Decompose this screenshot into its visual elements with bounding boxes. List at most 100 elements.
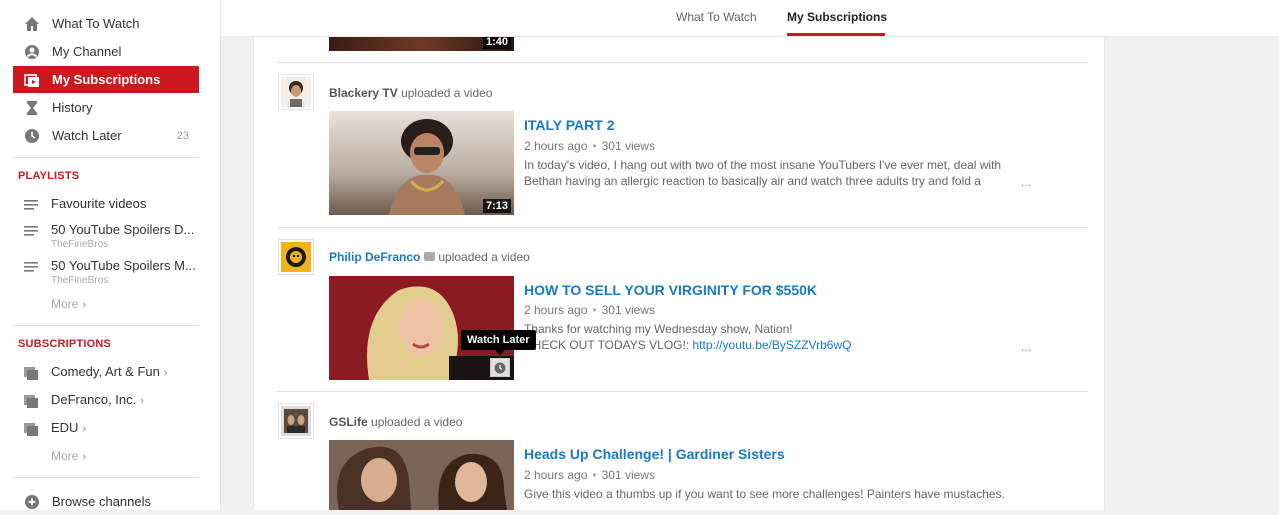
- watch-later-button[interactable]: [490, 358, 510, 377]
- upload-action-text: uploaded a video: [371, 415, 463, 429]
- more-label: More: [51, 297, 79, 311]
- sidebar-item-browse-channels[interactable]: Browse channels: [13, 488, 199, 515]
- sidebar-item-label: What To Watch: [52, 16, 140, 31]
- channel-name-link[interactable]: Philip DeFranco: [329, 250, 420, 264]
- feed-item-header: Blackery TV uploaded a video: [329, 86, 492, 100]
- sidebar-subscription-defranco[interactable]: DeFranco, Inc. ›: [13, 392, 199, 412]
- more-label: More: [51, 449, 79, 463]
- verified-icon: [424, 252, 436, 261]
- guide-sidebar: What To Watch My Channel My Subscription…: [0, 0, 221, 510]
- feed-separator: [277, 62, 1088, 63]
- video-thumbnail[interactable]: [329, 276, 514, 380]
- feed-item-header: GSLife uploaded a video: [329, 415, 462, 429]
- channel-group-icon: [24, 367, 40, 380]
- tab-my-subscriptions[interactable]: My Subscriptions: [787, 10, 887, 24]
- sidebar-item-label: My Channel: [52, 44, 122, 59]
- subscription-label: Comedy, Art & Fun: [51, 364, 160, 379]
- video-age: 2 hours ago: [524, 303, 588, 317]
- subscriptions-icon: [24, 72, 40, 88]
- chevron-right-icon: ›: [82, 451, 87, 463]
- sidebar-playlist-spoilers-d[interactable]: 50 YouTube Spoilers D... TheFineBros: [13, 222, 199, 252]
- sidebar-divider: [13, 325, 199, 326]
- clock-icon: [24, 128, 40, 144]
- playlist-icon: [24, 261, 40, 273]
- video-views: 301 views: [601, 303, 655, 317]
- playlist-label: 50 YouTube Spoilers M...: [51, 258, 196, 273]
- expand-description-button[interactable]: ...: [1021, 340, 1031, 354]
- subscription-label-wrap: DeFranco, Inc. ›: [51, 392, 199, 407]
- sidebar-subscription-edu[interactable]: EDU ›: [13, 420, 199, 440]
- subscriptions-more-link[interactable]: More ›: [51, 449, 86, 463]
- video-age: 2 hours ago: [524, 139, 588, 153]
- upload-action-text: uploaded a video: [438, 250, 530, 264]
- video-title-link[interactable]: ITALY PART 2: [524, 117, 615, 133]
- playlist-icon: [24, 199, 40, 211]
- home-icon: [24, 16, 40, 32]
- upload-action-text: uploaded a video: [401, 86, 493, 100]
- channel-avatar[interactable]: [278, 74, 314, 110]
- clock-icon: [494, 362, 506, 373]
- hourglass-icon: [24, 100, 40, 116]
- video-description: In today's video, I hang out with two of…: [524, 157, 1014, 189]
- playlist-label: 50 YouTube Spoilers D...: [51, 222, 195, 237]
- tab-what-to-watch[interactable]: What To Watch: [676, 10, 757, 24]
- sidebar-item-what-to-watch[interactable]: What To Watch: [13, 10, 199, 37]
- channel-name-link[interactable]: GSLife: [329, 415, 368, 429]
- sidebar-item-history[interactable]: History: [13, 94, 199, 121]
- playlist-icon: [24, 225, 40, 237]
- description-text: CHECK OUT TODAYS VLOG!:: [524, 338, 693, 352]
- video-thumbnail[interactable]: 1:40: [329, 37, 514, 51]
- subscriptions-heading[interactable]: SUBSCRIPTIONS: [18, 338, 111, 350]
- sidebar-item-my-subscriptions[interactable]: My Subscriptions: [13, 66, 199, 93]
- channel-group-icon: [24, 423, 40, 436]
- sidebar-divider: [13, 157, 199, 158]
- subscription-label-wrap: EDU ›: [51, 420, 199, 435]
- feed-separator: [277, 227, 1088, 228]
- sidebar-divider: [13, 477, 199, 478]
- sidebar-item-my-channel[interactable]: My Channel: [13, 38, 199, 65]
- sidebar-item-label: My Subscriptions: [52, 72, 161, 87]
- video-age: 2 hours ago: [524, 468, 588, 482]
- sidebar-item-label: History: [52, 100, 93, 115]
- video-duration: 1:40: [482, 37, 511, 49]
- video-meta: 2 hours ago • 301 views: [524, 139, 655, 153]
- expand-description-button[interactable]: ...: [1021, 175, 1031, 189]
- meta-separator: •: [592, 303, 597, 317]
- video-meta: 2 hours ago • 301 views: [524, 468, 655, 482]
- video-thumbnail[interactable]: 7:13: [329, 111, 514, 215]
- video-meta: 2 hours ago • 301 views: [524, 303, 655, 317]
- video-thumbnail[interactable]: [329, 440, 514, 510]
- playlist-owner: TheFineBros: [51, 275, 109, 286]
- sidebar-item-label: Browse channels: [52, 494, 151, 509]
- video-description: Give this video a thumbs up if you want …: [524, 486, 1014, 502]
- sidebar-playlist-spoilers-m[interactable]: 50 YouTube Spoilers M... TheFineBros: [13, 258, 199, 288]
- channel-group-icon: [24, 395, 40, 408]
- watch-later-count: 23: [176, 129, 189, 142]
- channel-avatar[interactable]: [278, 239, 314, 275]
- feed-separator: [277, 391, 1088, 392]
- sidebar-item-watch-later[interactable]: Watch Later 23: [13, 122, 199, 149]
- channel-name-link[interactable]: Blackery TV: [329, 86, 398, 100]
- description-link[interactable]: http://youtu.be/BySZZVrb6wQ: [693, 338, 852, 352]
- playlists-more-link[interactable]: More ›: [51, 297, 86, 311]
- channel-avatar[interactable]: [278, 403, 314, 439]
- playlist-label: Favourite videos: [51, 196, 147, 211]
- chevron-right-icon: ›: [163, 367, 168, 379]
- video-title-link[interactable]: Heads Up Challenge! | Gardiner Sisters: [524, 446, 785, 462]
- video-duration: 7:13: [482, 199, 511, 213]
- sidebar-item-label: Watch Later: [52, 128, 122, 143]
- subscription-label-wrap: Comedy, Art & Fun ›: [51, 364, 199, 379]
- playlists-heading[interactable]: PLAYLISTS: [18, 170, 79, 182]
- subscription-label: DeFranco, Inc.: [51, 392, 137, 407]
- sidebar-playlist-favourites[interactable]: Favourite videos: [13, 196, 199, 216]
- meta-separator: •: [592, 139, 597, 153]
- video-views: 301 views: [601, 139, 655, 153]
- sidebar-subscription-comedy[interactable]: Comedy, Art & Fun ›: [13, 364, 199, 384]
- description-line: In today's video, I hang out with two of…: [524, 158, 1002, 172]
- playlist-owner: TheFineBros: [51, 239, 109, 250]
- add-circle-icon: [24, 494, 40, 510]
- video-title-link[interactable]: HOW TO SELL YOUR VIRGINITY FOR $550K: [524, 282, 817, 298]
- description-line: Give this video a thumbs up if you want …: [524, 487, 1005, 501]
- chevron-right-icon: ›: [82, 299, 87, 311]
- user-icon: [24, 44, 40, 60]
